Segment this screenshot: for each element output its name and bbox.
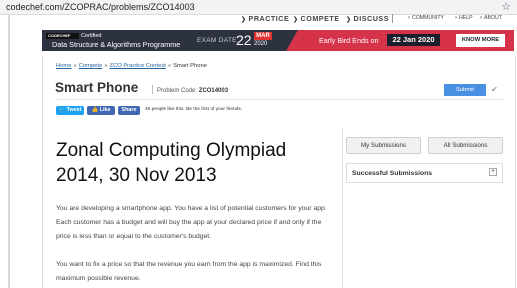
promo-banner[interactable]: CODECHEF Certified Data Structure & Algo… [42,30,514,51]
star-icon[interactable]: ☆ [501,1,511,13]
breadcrumb-separator: » [104,63,108,69]
chevron-right-icon: › [408,15,410,21]
nav-discuss[interactable]: ❯ DISCUSS [346,14,389,23]
breadcrumb-compete[interactable]: Compete [79,63,103,69]
nav-compete[interactable]: ❯ COMPETE [293,14,340,23]
exam-year: 2020 [254,41,268,47]
nav-practice[interactable]: ❯ PRACTICE [241,14,289,23]
checkmark-icon: ✔ [491,85,498,94]
early-bird-label: Early Bird Ends on [319,36,379,45]
exam-day: 22 [236,32,252,48]
know-more-button[interactable]: KNOW MORE [456,34,505,47]
problem-heading: Zonal Computing Olympiad 2014, 30 Nov 20… [56,138,336,188]
like-button[interactable]: 👍 Like [87,106,115,115]
nav-community[interactable]: › COMMUNITY [408,15,444,21]
nav-about[interactable]: › ABOUT [480,15,502,21]
breadcrumb-home[interactable]: Home [56,63,71,69]
exam-date-label: EXAM DATE [197,37,237,44]
problem-paragraph: You want to fix a price so that the reve… [56,261,322,282]
sidebar-divider [342,128,343,288]
breadcrumb-separator: » [73,63,77,69]
nav-compete-label: COMPETE [300,14,340,23]
problem-paragraph: You are developing a smartphone app. You… [56,205,327,240]
breadcrumb: Home» Compete» ZCO Practice Contest» Smart … [56,63,207,69]
breadcrumb-contest[interactable]: ZCO Practice Contest [109,63,165,69]
tweet-label: Tweet [66,107,82,113]
nav-community-label: COMMUNITY [412,15,444,21]
programme-title: Data Structure & Algorithms Programme [52,40,181,49]
nav-discuss-label: DISCUSS [353,14,389,23]
breadcrumb-current: Smart Phone [173,63,207,69]
twitter-icon: 🐦 [58,107,66,113]
divider [56,99,503,100]
nav-about-label: ABOUT [484,15,502,21]
certified-label: Certified [81,33,102,39]
problem-code: Problem Code: ZCO14003 [152,85,228,94]
chevron-right-icon: › [455,15,457,21]
nav-practice-label: PRACTICE [248,14,290,23]
problem-code-value: ZCO14003 [198,88,229,94]
nav-divider [392,14,393,23]
problem-heading-line2: 2014, 30 Nov 2013 [56,165,217,186]
all-submissions-button[interactable]: All Submissions [428,137,503,154]
codechef-logo: CODECHEF [46,33,79,39]
chevron-right-icon: ❯ [293,17,299,23]
page-edge [8,15,10,288]
url-text[interactable]: codechef.com/ZCOPRAC/problems/ZCO14003 [6,2,195,12]
likes-count-text: 46 people like this. Be the first of you… [145,107,243,112]
early-bird-date: 22 Jan 2020 [387,34,440,46]
tweet-button[interactable]: 🐦 Tweet [56,106,84,115]
thumbs-up-icon: 👍 [91,107,99,113]
my-submissions-button[interactable]: My Submissions [346,137,421,154]
chevron-right-icon: ❯ [241,17,247,23]
page-title: Smart Phone [55,80,139,95]
main-nav: ❯ PRACTICE ❯ COMPETE ❯ DISCUSS › COMMUNITY ›… [0,14,517,26]
address-bar[interactable]: codechef.com/ZCOPRAC/problems/ZCO14003 ☆ [0,0,517,15]
title-divider [152,85,153,94]
like-label: Like [99,107,111,113]
chevron-right-icon: › [480,15,482,21]
breadcrumb-separator: » [167,63,172,69]
chevron-right-icon: ❯ [346,17,352,23]
successful-submissions-panel[interactable]: Successful Submissions + [346,163,503,183]
nav-help[interactable]: › HELP [455,15,473,21]
nav-help-label: HELP [459,15,473,21]
plus-icon[interactable]: + [489,168,497,176]
share-button[interactable]: Share [118,106,140,115]
exam-month: MAR [254,32,272,40]
submit-button[interactable]: Submit [444,84,486,96]
problem-heading-line1: Zonal Computing Olympiad [56,140,287,161]
problem-code-label: Problem Code: [157,88,198,94]
successful-submissions-label: Successful Submissions [352,170,433,177]
